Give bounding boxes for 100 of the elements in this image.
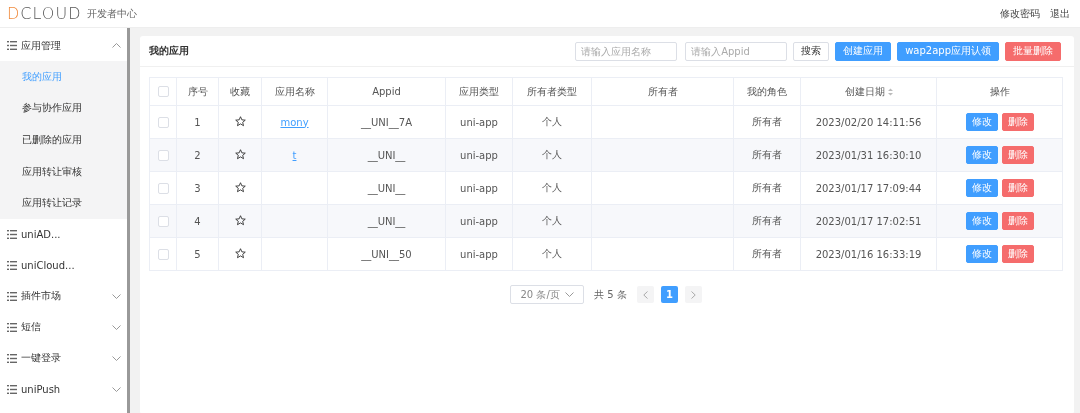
column-header: 所有者类型	[527, 85, 577, 97]
prev-page-button[interactable]	[636, 286, 654, 303]
table-cell: 2023/02/20 14:11:56	[815, 116, 922, 128]
chevron-icon	[112, 43, 121, 48]
table-cell: uni-app	[460, 248, 498, 260]
table-cell: uni-app	[460, 182, 498, 194]
sort-icon[interactable]	[887, 87, 893, 96]
search-field[interactable]: 请输入Appid	[685, 41, 788, 61]
table-cell: 个人	[542, 149, 562, 160]
action-button[interactable]: 创建应用	[835, 41, 892, 61]
edit-button[interactable]: 修改	[965, 212, 998, 230]
column-header: 所有者	[647, 85, 678, 97]
table-cell: 所有者	[752, 248, 782, 259]
table-cell: uni-app	[460, 116, 498, 128]
sidebar-group[interactable]: uniAD...	[0, 218, 127, 250]
chevron-icon	[112, 293, 121, 299]
next-page-button[interactable]	[684, 286, 702, 303]
table-cell: 2	[194, 149, 201, 161]
edit-button[interactable]: 修改	[965, 146, 998, 164]
checkbox[interactable]	[157, 182, 169, 194]
table-cell: 1	[194, 116, 201, 128]
table-cell: 2023/01/16 16:33:19	[815, 248, 922, 260]
column-header: 操作	[989, 85, 1010, 97]
list-icon	[7, 353, 17, 363]
app-link[interactable]: mony	[280, 116, 309, 128]
search-button[interactable]: 搜索	[793, 41, 830, 61]
sidebar-item[interactable]: 参与协作应用	[0, 92, 127, 125]
table-cell: 所有者	[752, 215, 782, 226]
panel-title: 我的应用	[149, 44, 190, 58]
list-icon	[7, 322, 17, 332]
star-icon[interactable]	[234, 181, 246, 193]
list-icon	[7, 260, 17, 270]
sidebar-group[interactable]: 短信	[0, 311, 127, 343]
table-cell: 4	[194, 215, 201, 227]
table-cell: __UNI__50	[361, 248, 412, 260]
table-cell: uni-app	[460, 215, 498, 227]
table-cell: __UNI__	[367, 149, 406, 161]
table-cell: __UNI__7A	[361, 116, 412, 128]
table-cell: 个人	[542, 116, 562, 127]
checkbox[interactable]	[157, 215, 169, 227]
delete-button[interactable]: 删除	[1001, 146, 1034, 164]
sidebar-item[interactable]: 已删除的应用	[0, 124, 127, 156]
table-cell: __UNI__	[367, 182, 406, 194]
delete-button[interactable]: 删除	[1001, 212, 1034, 230]
column-header: 序号	[187, 85, 208, 97]
chevron-left-icon	[642, 290, 648, 299]
action-button[interactable]: wap2app应用认领	[897, 41, 999, 61]
column-header: 我的角色	[747, 85, 787, 97]
table-cell: 2023/01/17 17:02:51	[815, 215, 922, 227]
header-link[interactable]: 退出	[1050, 6, 1070, 21]
column-header: 应用名称	[274, 85, 315, 97]
sidebar-group[interactable]: uniCloud...	[0, 249, 127, 281]
table-cell: 个人	[542, 248, 562, 259]
table-cell: 2023/01/31 16:30:10	[815, 149, 922, 161]
column-header: Appid	[372, 86, 401, 97]
delete-button[interactable]: 删除	[1001, 245, 1034, 263]
checkbox[interactable]	[157, 149, 169, 161]
delete-button[interactable]: 删除	[1001, 179, 1034, 197]
chevron-icon	[112, 324, 121, 330]
edit-button[interactable]: 修改	[965, 113, 998, 131]
delete-button[interactable]: 删除	[1001, 113, 1034, 131]
sidebar-group[interactable]: 应用管理	[0, 30, 127, 61]
header-link[interactable]: 修改密码	[1000, 6, 1040, 21]
star-icon[interactable]	[234, 247, 246, 259]
chevron-icon	[564, 292, 574, 297]
list-icon	[7, 384, 17, 394]
sidebar-item[interactable]: 我的应用	[0, 61, 127, 93]
star-icon[interactable]	[234, 148, 246, 160]
star-icon[interactable]	[234, 214, 246, 226]
table-cell: 个人	[542, 182, 562, 193]
sidebar-group[interactable]: 插件市场	[0, 280, 127, 312]
table-cell: 3	[194, 182, 201, 194]
sidebar-group[interactable]: 一键登录	[0, 342, 127, 374]
list-icon	[7, 291, 17, 301]
total-count: 共 5 条	[594, 287, 627, 302]
page-button[interactable]: 1	[660, 286, 678, 303]
edit-button[interactable]: 修改	[965, 179, 998, 197]
sidebar-item[interactable]: 应用转让审核	[0, 155, 127, 188]
edit-button[interactable]: 修改	[965, 245, 998, 263]
action-button[interactable]: 批量删除	[1005, 41, 1061, 61]
page-size-select[interactable]: 20 条/页	[510, 285, 585, 304]
checkbox[interactable]	[157, 248, 169, 260]
search-field[interactable]: 请输入应用名称	[575, 41, 678, 61]
checkbox[interactable]	[157, 86, 169, 98]
table-cell: 所有者	[752, 149, 782, 160]
chevron-right-icon	[690, 290, 696, 299]
table-cell: 5	[194, 248, 201, 260]
logo: DCLOUD	[7, 4, 82, 23]
list-icon	[7, 229, 17, 239]
column-header: 应用类型	[459, 85, 499, 97]
star-icon[interactable]	[234, 115, 246, 127]
table-cell: uni-app	[460, 149, 498, 161]
sidebar-group[interactable]: uniPush	[0, 373, 127, 405]
checkbox[interactable]	[157, 116, 169, 128]
table-cell: __UNI__	[367, 215, 406, 227]
table-cell: 个人	[542, 215, 562, 226]
sidebar-item[interactable]: 应用转让记录	[0, 187, 127, 219]
column-header: 收藏	[230, 85, 250, 97]
app-link[interactable]: t	[292, 149, 297, 161]
chevron-icon	[112, 355, 121, 361]
